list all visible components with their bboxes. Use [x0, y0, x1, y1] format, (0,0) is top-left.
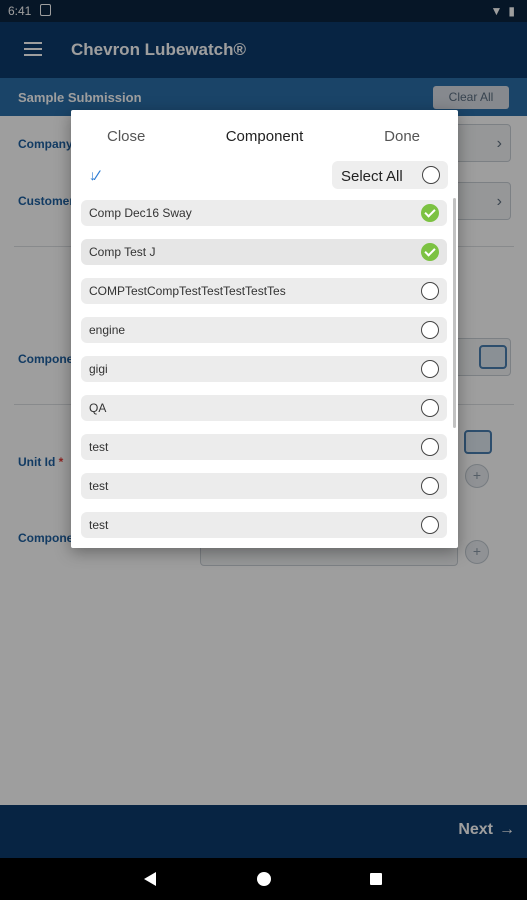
list-item-label: test: [89, 479, 109, 493]
list-item[interactable]: Comp Test J: [81, 239, 447, 265]
list-item-label: Comp Test J: [89, 245, 156, 259]
list-item-label: test: [89, 440, 109, 454]
list-item-label: engine: [89, 323, 126, 337]
radio-circle-icon[interactable]: [421, 516, 439, 534]
radio-circle-icon[interactable]: [421, 321, 439, 339]
list-item[interactable]: test: [81, 473, 447, 499]
list-item[interactable]: test: [81, 434, 447, 460]
radio-circle-icon[interactable]: [421, 360, 439, 378]
check-circle-icon[interactable]: [421, 243, 439, 261]
done-button[interactable]: Done: [384, 128, 420, 145]
scrollbar[interactable]: [453, 198, 456, 428]
component-dialog: Component Close Done ↓⁄ Select All Comp …: [71, 110, 458, 548]
select-all-toggle[interactable]: Select All: [332, 161, 448, 189]
check-circle-icon[interactable]: [421, 204, 439, 222]
list-item-label: Comp Dec16 Sway: [89, 206, 192, 220]
list-item[interactable]: COMPTestCompTestTestTestTestTes: [81, 278, 447, 304]
list-item-label: test: [89, 518, 109, 532]
system-nav-bar: [0, 858, 527, 900]
list-item[interactable]: Comp Dec16 Sway: [81, 200, 447, 226]
list-item[interactable]: QA: [81, 395, 447, 421]
list-item-label: COMPTestCompTestTestTestTestTes: [89, 284, 286, 298]
select-all-label: Select All: [341, 168, 403, 185]
recent-apps-icon[interactable]: [370, 873, 382, 885]
home-icon[interactable]: [257, 872, 271, 886]
radio-circle-icon[interactable]: [421, 282, 439, 300]
list-item[interactable]: test: [81, 512, 447, 538]
back-icon[interactable]: [144, 872, 156, 886]
radio-circle-icon[interactable]: [421, 438, 439, 456]
close-button[interactable]: Close: [107, 128, 145, 145]
sort-icon[interactable]: ↓⁄: [89, 167, 98, 183]
list-item-label: gigi: [89, 362, 108, 376]
radio-circle-icon[interactable]: [421, 399, 439, 417]
list-item-label: QA: [89, 401, 107, 415]
list-item[interactable]: engine: [81, 317, 447, 343]
list-item[interactable]: gigi: [81, 356, 447, 382]
radio-circle-icon[interactable]: [421, 477, 439, 495]
dialog-header: Component Close Done: [71, 110, 458, 162]
select-all-radio[interactable]: [422, 166, 440, 184]
